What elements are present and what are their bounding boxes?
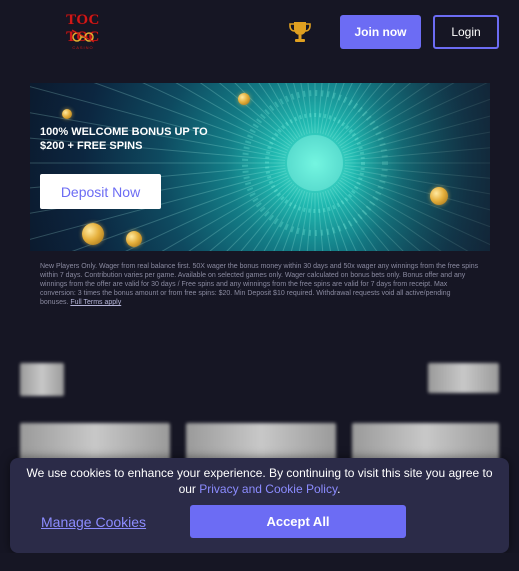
cookie-message-end: . — [337, 482, 341, 496]
bonus-headline: 100% WELCOME BONUS UP TO $200 + FREE SPI… — [40, 125, 240, 153]
coin-decoration — [238, 93, 250, 105]
site-header: TOC TOC CASINO Join now Login — [0, 0, 519, 70]
login-button[interactable]: Login — [433, 15, 499, 49]
coin-decoration — [62, 109, 72, 119]
site-logo[interactable]: TOC TOC CASINO — [50, 12, 116, 52]
coin-decoration — [430, 187, 448, 205]
trophy-icon[interactable] — [289, 20, 311, 44]
placeholder-block — [20, 363, 64, 396]
game-tile-placeholder[interactable] — [352, 423, 499, 463]
coin-decoration — [126, 231, 142, 247]
game-tile-placeholder[interactable] — [186, 423, 336, 463]
cookie-message: We use cookies to enhance your experienc… — [18, 465, 501, 497]
deposit-now-button[interactable]: Deposit Now — [40, 174, 161, 209]
bonus-headline-line-2: $200 + FREE SPINS — [40, 140, 143, 152]
manage-cookies-button[interactable]: Manage Cookies — [41, 514, 146, 530]
placeholder-block — [428, 363, 499, 393]
bonus-headline-line-1: 100% WELCOME BONUS UP TO — [40, 126, 208, 138]
bonus-terms: New Players Only. Wager from real balanc… — [40, 262, 480, 307]
welcome-bonus-banner: 100% WELCOME BONUS UP TO $200 + FREE SPI… — [30, 83, 490, 251]
privacy-policy-link[interactable]: Privacy and Cookie Policy — [199, 482, 337, 496]
coin-decoration — [82, 223, 104, 245]
game-tile-placeholder[interactable] — [20, 423, 170, 463]
full-terms-link[interactable]: Full Terms apply — [70, 299, 121, 306]
accept-all-button[interactable]: Accept All — [190, 505, 406, 538]
cookie-consent-banner: We use cookies to enhance your experienc… — [10, 458, 509, 553]
glasses-logo-icon — [71, 29, 95, 43]
join-now-button[interactable]: Join now — [340, 15, 421, 49]
page-bottom — [0, 553, 519, 571]
logo-subtitle: CASINO — [72, 45, 94, 50]
